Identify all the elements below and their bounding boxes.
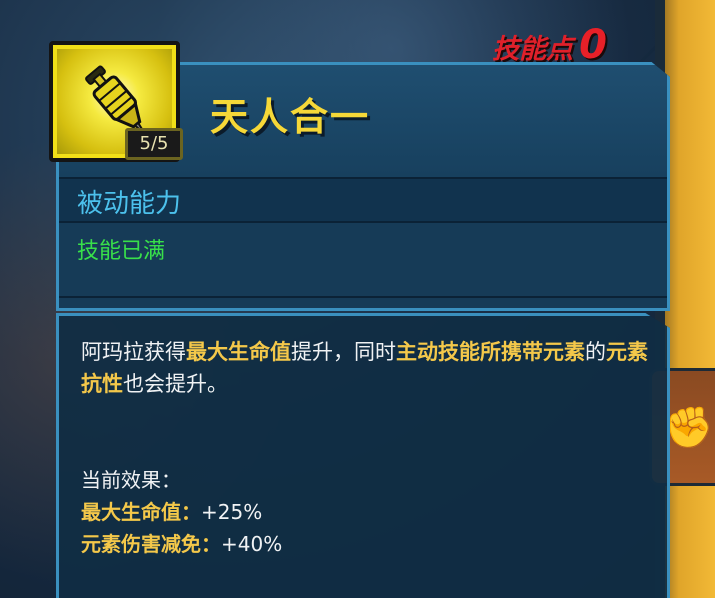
effect-value: +25% xyxy=(201,500,263,524)
skill-points-value: 0 xyxy=(579,22,607,68)
current-effects: 当前效果： 最大生命值：+25% 元素伤害减免：+40% xyxy=(81,464,651,560)
effect-row-2: 元素伤害减免：+40% xyxy=(81,528,651,560)
description-highlight: 最大生命值 xyxy=(186,340,291,364)
skill-description-panel: 阿玛拉获得最大生命值提升，同时主动技能所携带元素的元素抗性也会提升。 当前效果：… xyxy=(56,313,670,598)
skill-points-label: 技能点 xyxy=(492,34,574,65)
effect-row-1: 最大生命值：+25% xyxy=(81,496,651,528)
current-effects-header: 当前效果： xyxy=(81,468,181,492)
description-text: 的 xyxy=(585,340,606,364)
skill-type-label: 被动能力 xyxy=(77,189,182,219)
skill-points: 技能点 0 xyxy=(492,22,607,68)
header-divider xyxy=(59,296,667,298)
effect-name: 最大生命值： xyxy=(81,500,201,524)
skill-title: 天人合一 xyxy=(210,95,371,139)
skill-type-row: 被动能力 xyxy=(59,177,667,223)
skill-description: 阿玛拉获得最大生命值提升，同时主动技能所携带元素的元素抗性也会提升。 xyxy=(81,336,651,400)
effect-name: 元素伤害减免： xyxy=(81,532,221,556)
effect-value: +40% xyxy=(221,532,283,556)
description-text: 阿玛拉获得 xyxy=(81,340,186,364)
description-highlight: 主动技能所携带元素 xyxy=(396,340,585,364)
fist-icon: ✊ xyxy=(664,405,714,451)
description-text: 也会提升。 xyxy=(123,372,228,396)
skill-status-label: 技能已满 xyxy=(77,239,166,264)
skill-status-row: 技能已满 xyxy=(59,225,667,275)
skill-rank-badge: 5/5 xyxy=(125,128,183,160)
description-text: 提升，同时 xyxy=(291,340,396,364)
